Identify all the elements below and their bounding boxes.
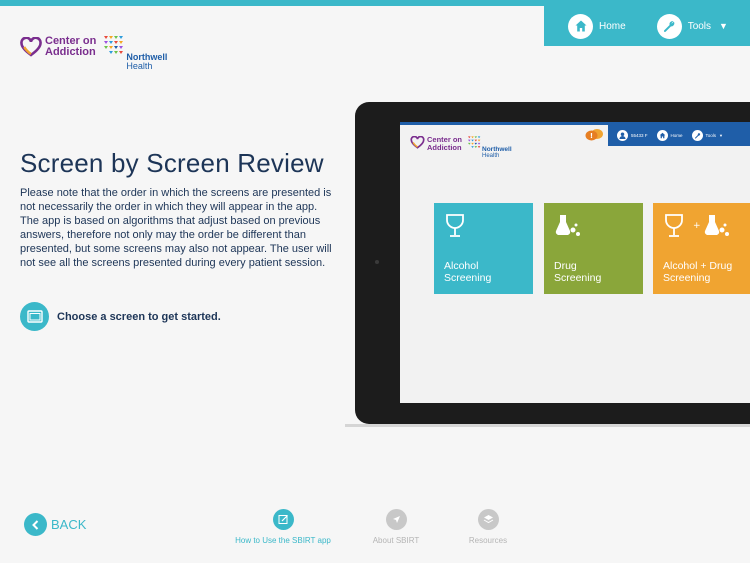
footer-nav-about-label: About SBIRT (372, 536, 420, 545)
alcohol-tile-line1: Alcohol (444, 260, 479, 272)
screen-icon (20, 302, 49, 331)
drug-pills-icon (555, 215, 580, 236)
wrench-icon (656, 13, 682, 39)
back-label: BACK (51, 517, 87, 532)
footer-nav-resources-label: Resources (468, 536, 508, 545)
choose-screen-hint: Choose a screen to get started. (20, 302, 221, 331)
tablet-northwell-name: Northwell (482, 146, 512, 153)
heart-icon (20, 37, 42, 57)
tools-menu-button[interactable]: Tools ▼ (656, 13, 728, 39)
drug-tile-line1: Drug (554, 260, 577, 272)
tablet-home-icon (656, 130, 668, 141)
compass-icon (385, 509, 407, 530)
tablet-shadow (345, 424, 750, 427)
tools-label: Tools (687, 20, 712, 32)
combo-tile-line2: Screening (663, 272, 711, 284)
drug-tile-line2: Screening (554, 272, 602, 284)
caret-down-icon: ▼ (719, 21, 728, 31)
choose-screen-label: Choose a screen to get started. (57, 310, 221, 323)
alcohol-plus-drug-icon: + (665, 214, 729, 237)
tablet-tools-button: Tools ▼ (691, 130, 724, 141)
logo-line2: Addiction (45, 46, 96, 58)
tablet-northwell-health: Health (482, 153, 500, 159)
alcohol-drug-screening-tile[interactable]: + Alcohol + Drug Screening (653, 203, 750, 294)
northwell-health: Health (126, 61, 153, 71)
user-icon (617, 130, 628, 141)
layers-icon (477, 509, 499, 530)
tablet-caret-down-icon: ▼ (719, 133, 724, 138)
tablet-top-nav: 55433 F Home Tools ▼ (608, 125, 750, 146)
home-button[interactable]: Home (568, 13, 626, 39)
tablet-user: 55433 F (617, 130, 648, 141)
wine-glass-icon (446, 214, 464, 237)
pencil-icon (272, 509, 294, 530)
footer-nav-resources[interactable]: Resources (452, 509, 524, 545)
home-label: Home (599, 20, 626, 32)
tablet-camera (375, 260, 379, 264)
footer-nav-how-to[interactable]: How to Use the SBIRT app (228, 509, 338, 545)
tablet-home-button: Home (656, 130, 683, 141)
footer-nav-about[interactable]: About SBIRT (360, 509, 432, 545)
chevron-left-icon (24, 513, 47, 536)
tablet-northwell-triangles-icon (468, 136, 481, 149)
alcohol-screening-tile[interactable]: Alcohol Screening (434, 203, 533, 294)
svg-text:!: ! (590, 132, 593, 140)
tablet-heart-icon (410, 136, 425, 149)
tablet-user-id: 55433 F (631, 133, 648, 138)
tablet-brand-logo: Center on Addiction Northwell Health (410, 136, 512, 159)
page-description: Please note that the order in which the … (20, 187, 332, 269)
page-title: Screen by Screen Review (20, 148, 324, 178)
tablet-wrench-icon (691, 130, 703, 141)
tablet-screen: ! 55433 F Home Tools ▼ Center on Addicti… (400, 122, 750, 403)
svg-text:+: + (693, 221, 701, 231)
back-button[interactable]: BACK (24, 513, 86, 536)
tablet-tools-label: Tools (705, 133, 717, 138)
combo-tile-line1: Alcohol + Drug (663, 260, 733, 272)
home-icon (568, 13, 593, 39)
northwell-triangles-icon (104, 36, 124, 54)
brand-logo: Center on Addiction Northwell Health (20, 36, 167, 71)
tablet-logo-line2: Addiction (427, 143, 462, 152)
alcohol-tile-line2: Screening (444, 272, 492, 284)
chat-bubble-icon: ! (585, 129, 603, 141)
center-on-addiction-logo: Center on Addiction (20, 36, 96, 58)
drug-screening-tile[interactable]: Drug Screening (544, 203, 643, 294)
tablet-home-label: Home (670, 133, 683, 138)
footer-nav-how-to-label: How to Use the SBIRT app (235, 536, 331, 545)
northwell-logo: Northwell Health (104, 36, 167, 71)
top-nav: Home Tools ▼ (544, 6, 750, 46)
